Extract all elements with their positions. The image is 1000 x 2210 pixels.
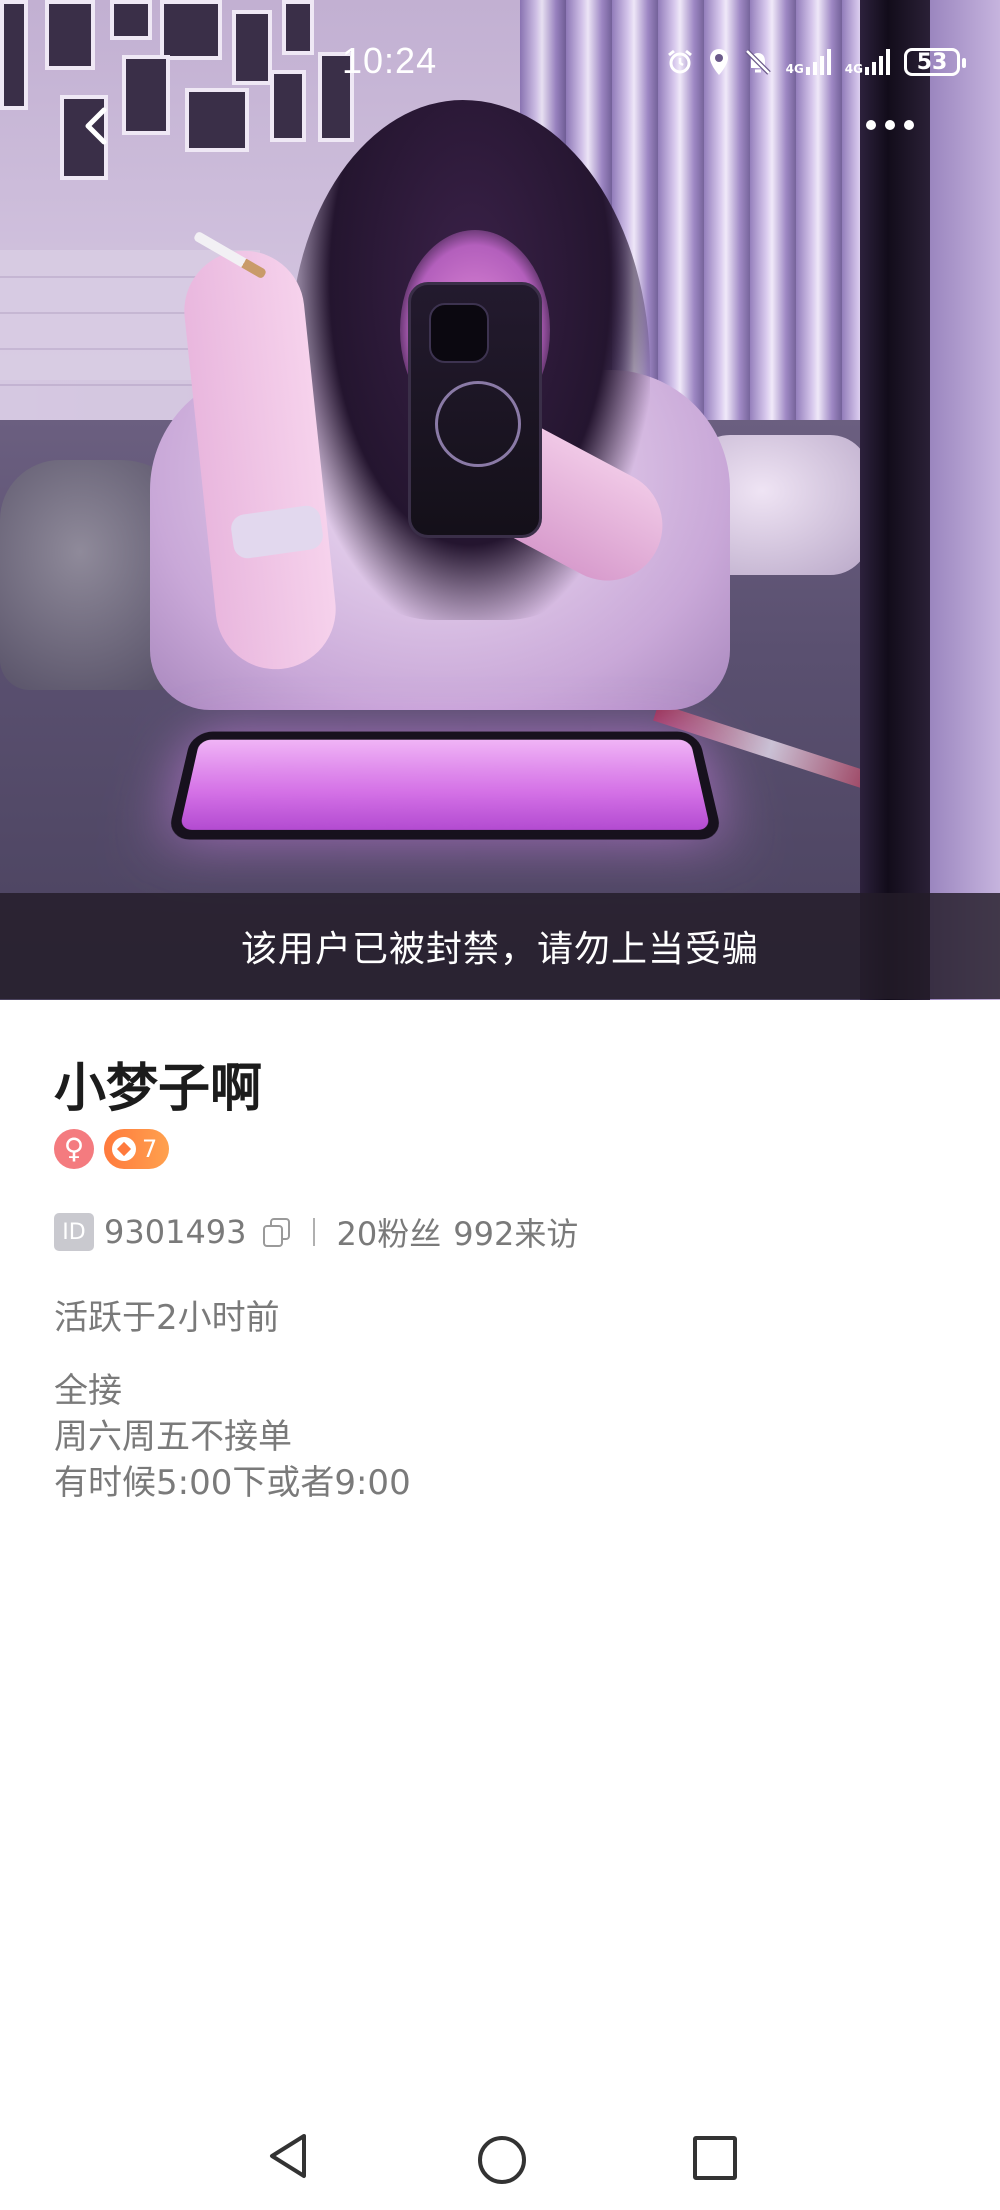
- network-type-1: 4G: [785, 62, 804, 76]
- female-gender-badge: ♀: [54, 1129, 94, 1169]
- profile-name: 小梦子啊: [54, 1059, 263, 1119]
- ban-notice-text: 该用户已被封禁，请勿上当受骗: [240, 929, 759, 970]
- divider: [312, 1218, 315, 1246]
- signal-2: 4G: [845, 49, 890, 75]
- bio-line: 周六周五不接单: [54, 1417, 292, 1457]
- back-button[interactable]: [70, 100, 130, 160]
- signal-bars-icon: [805, 49, 831, 75]
- female-icon: ♀: [63, 1132, 85, 1165]
- network-type-2: 4G: [844, 62, 863, 76]
- status-time: 10:24: [342, 40, 438, 81]
- signal-bars-icon: [865, 49, 890, 75]
- cover-phone: [408, 282, 542, 538]
- chevron-left-icon: [85, 107, 107, 145]
- profile-id-row: ID 9301493 20粉丝 992来访: [54, 1209, 590, 1255]
- fans-count[interactable]: 20粉丝: [337, 1209, 442, 1255]
- more-horizontal-icon: [866, 120, 876, 130]
- system-nav-bar: [0, 2110, 1000, 2210]
- signal-1: 4G: [786, 49, 831, 75]
- status-icons: 4G 4G 53: [666, 48, 966, 76]
- profile-id: 9301493: [104, 1213, 247, 1251]
- id-tag: ID: [54, 1213, 94, 1251]
- mute-bell-icon: [744, 49, 771, 75]
- alarm-icon: [667, 49, 692, 74]
- visits-count[interactable]: 992来访: [453, 1209, 578, 1255]
- cover-photo: 该用户已被封禁，请勿上当受骗: [0, 0, 1000, 1000]
- nav-back-icon[interactable]: [266, 2132, 310, 2180]
- level-badge: 7: [104, 1129, 170, 1169]
- cover-tablet: [166, 731, 724, 840]
- bio-line: 有时候5:00下或者9:00: [54, 1463, 411, 1503]
- profile-bio: 全接 周六周五不接单 有时候5:00下或者9:00: [54, 1368, 411, 1506]
- profile-badges: ♀ 7: [54, 1129, 170, 1169]
- level-value: 7: [142, 1135, 158, 1163]
- ban-notice-banner: 该用户已被封禁，请勿上当受骗: [0, 893, 1000, 999]
- active-status: 活跃于2小时前: [54, 1298, 280, 1338]
- nav-recents-icon[interactable]: [693, 2136, 737, 2180]
- diamond-icon: [112, 1137, 136, 1161]
- battery-level: 53: [916, 49, 948, 75]
- bio-line: 全接: [54, 1371, 122, 1411]
- nav-home-icon[interactable]: [478, 2136, 526, 2184]
- battery-icon: 53: [904, 48, 966, 76]
- status-bar: 10:24 4G 4G 53: [0, 0, 1000, 110]
- more-options-button[interactable]: [855, 105, 925, 145]
- copy-icon[interactable]: [261, 1216, 293, 1248]
- location-icon: [709, 49, 728, 75]
